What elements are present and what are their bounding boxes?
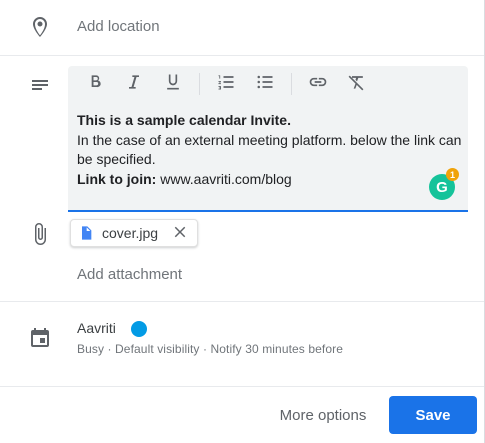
- image-file-icon: [77, 224, 95, 242]
- remove-format-button[interactable]: [344, 72, 370, 96]
- divider: [0, 55, 484, 56]
- location-input[interactable]: Add location: [77, 18, 160, 35]
- calendar-color-dot: [131, 321, 147, 337]
- link-value: www.aavriti.com/blog: [156, 170, 292, 187]
- numbered-list-button[interactable]: [213, 72, 239, 96]
- divider: [0, 301, 484, 302]
- location-pin-icon: [28, 15, 52, 39]
- description-text[interactable]: This is a sample calendar Invite. In the…: [77, 111, 462, 189]
- grammarly-icon: G: [436, 178, 448, 196]
- save-button[interactable]: Save: [389, 396, 477, 434]
- link-label: Link to join:: [77, 170, 157, 187]
- italic-icon: [124, 72, 144, 97]
- description-heading: This is a sample calendar Invite.: [77, 112, 291, 128]
- calendar-meta[interactable]: Busy · Default visibility · Notify 30 mi…: [77, 342, 343, 356]
- bold-icon: [85, 72, 105, 97]
- divider: [0, 386, 484, 387]
- attachment-file-name: cover.jpg: [102, 225, 159, 241]
- numbered-list-icon: [216, 72, 236, 97]
- attachment-chip[interactable]: cover.jpg: [70, 219, 198, 247]
- description-body: In the case of an external meeting platf…: [77, 131, 462, 168]
- paperclip-icon: [28, 222, 52, 246]
- description-editor[interactable]: This is a sample calendar Invite. In the…: [68, 66, 468, 212]
- event-details-panel: Add location This is a sample calendar I…: [0, 0, 485, 443]
- description-icon: [28, 73, 52, 97]
- calendar-name[interactable]: Aavriti: [77, 320, 116, 336]
- formatting-toolbar: [82, 72, 383, 96]
- bulleted-list-icon: [255, 72, 275, 97]
- remove-format-icon: [347, 72, 367, 97]
- calendar-icon: [28, 326, 52, 350]
- grammarly-count-badge: 1: [446, 168, 459, 181]
- toolbar-separator: [291, 73, 292, 95]
- more-options-button[interactable]: More options: [264, 396, 382, 434]
- link-icon: [308, 72, 328, 97]
- close-icon: [171, 223, 189, 246]
- italic-button[interactable]: [121, 72, 147, 96]
- remove-attachment-button[interactable]: [171, 225, 189, 243]
- link-button[interactable]: [305, 72, 331, 96]
- add-attachment-link[interactable]: Add attachment: [77, 266, 182, 283]
- bold-button[interactable]: [82, 72, 108, 96]
- toolbar-separator: [199, 73, 200, 95]
- underline-button[interactable]: [160, 72, 186, 96]
- bulleted-list-button[interactable]: [252, 72, 278, 96]
- underline-icon: [163, 72, 183, 97]
